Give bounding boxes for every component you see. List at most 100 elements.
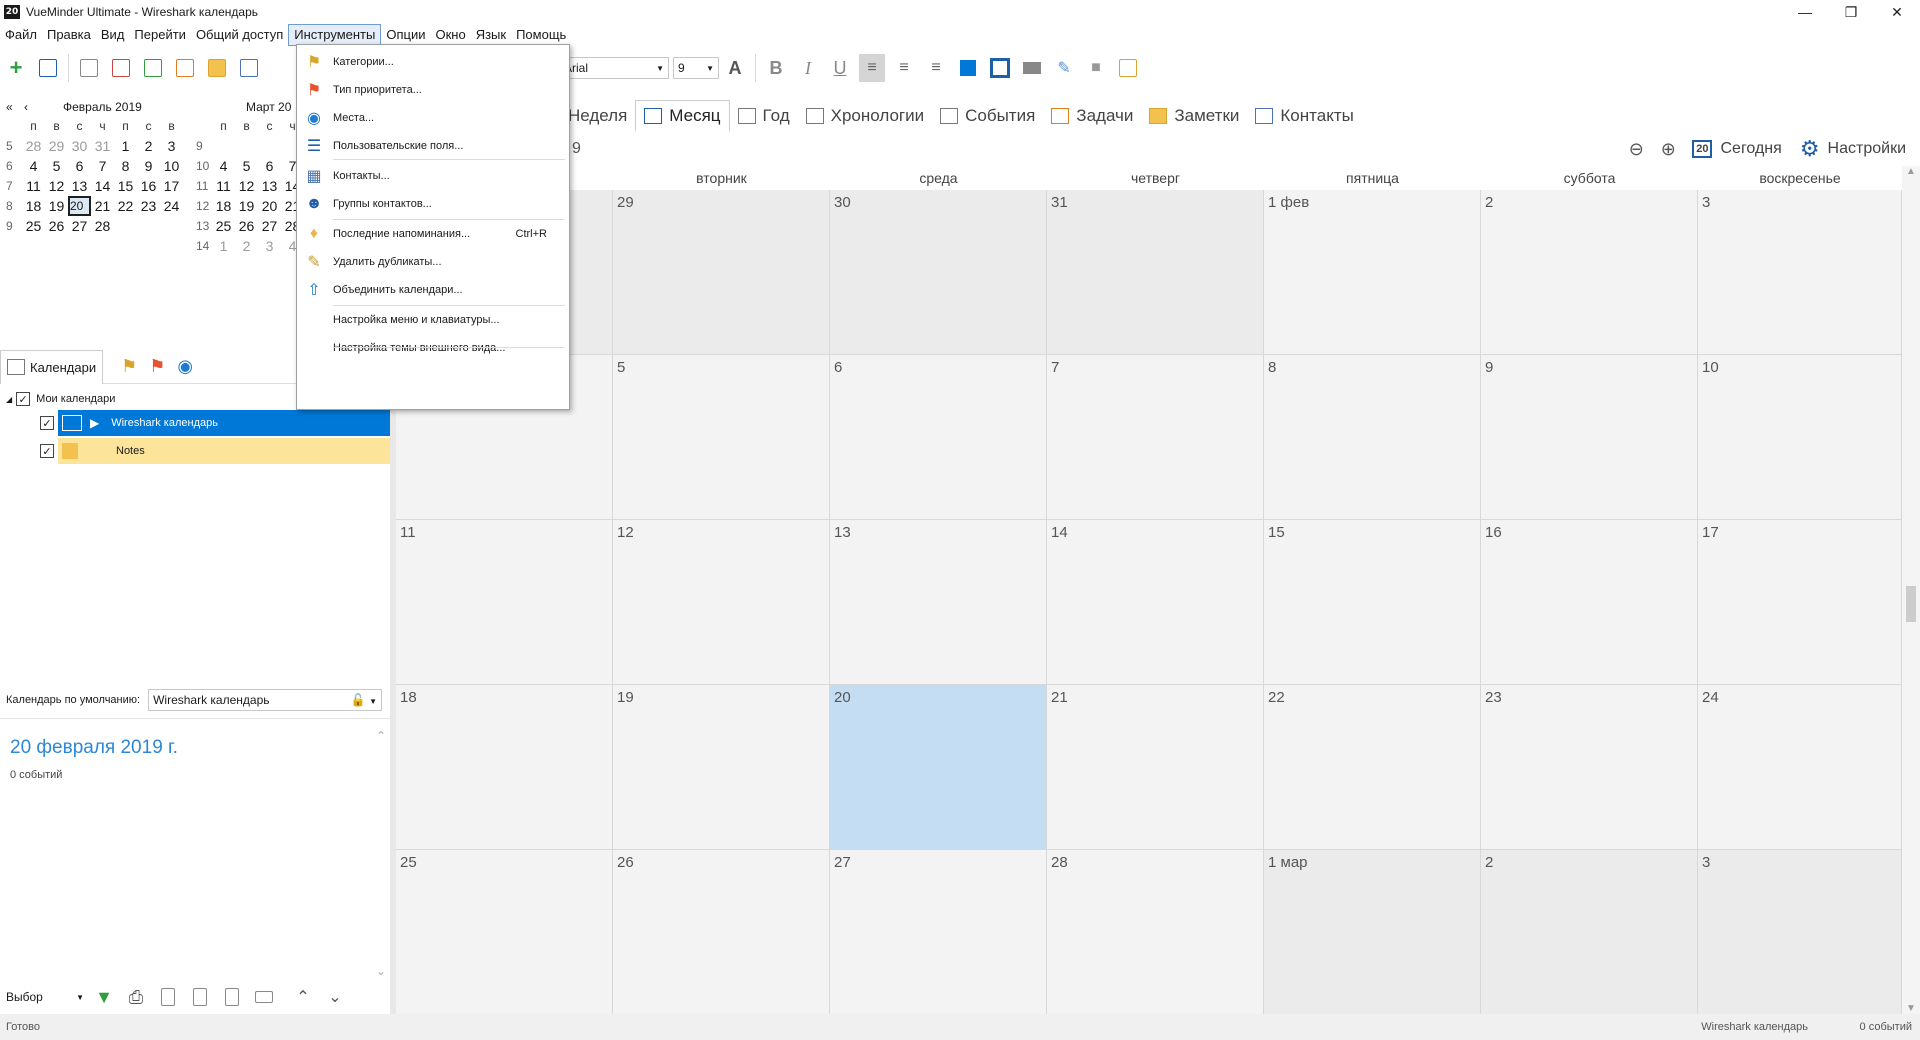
day-cell[interactable]: 31 (1047, 190, 1264, 355)
day-cell[interactable]: 20 (830, 685, 1047, 850)
menu-sharing[interactable]: Общий доступ (191, 24, 288, 46)
mini-day[interactable]: 31 (91, 138, 114, 154)
day-cell[interactable]: 3 (1698, 850, 1902, 1015)
day-cell[interactable]: 1 фев (1264, 190, 1481, 355)
minimize-button[interactable]: — (1782, 0, 1828, 24)
mini-day[interactable]: 18 (22, 198, 45, 214)
day-cell[interactable]: 5 (613, 355, 830, 520)
italic-icon[interactable]: I (795, 54, 821, 82)
format-painter-icon[interactable]: ■ (1083, 54, 1109, 82)
mini-day[interactable]: 14 (91, 178, 114, 194)
tools-menu-item[interactable]: ☻ Группы контактов... (297, 189, 569, 219)
day-cell[interactable]: 19 (613, 685, 830, 850)
mini-day[interactable]: 1 (212, 238, 235, 254)
border-style-icon[interactable] (1019, 54, 1045, 82)
select-mode-dropdown[interactable]: Выбор ▼ (2, 986, 88, 1008)
day-cell[interactable]: 2 (1481, 850, 1698, 1015)
tab-year[interactable]: Год (730, 100, 798, 132)
menu-window[interactable]: Окно (430, 24, 470, 46)
menu-tools[interactable]: Инструменты (288, 24, 382, 46)
zoom-out-icon[interactable]: ⊖ (1623, 135, 1649, 163)
scroll-down-icon[interactable]: ⌄ (376, 964, 386, 978)
menu-help[interactable]: Помощь (511, 24, 571, 46)
mini-day[interactable]: 15 (114, 178, 137, 194)
bold-icon[interactable]: B (763, 54, 789, 82)
root-checkbox[interactable]: ✓ (16, 392, 31, 406)
day-cell[interactable]: 15 (1264, 520, 1481, 685)
tab-contacts[interactable]: Контакты (1247, 100, 1361, 132)
scroll-down-icon[interactable]: ▼ (1902, 1003, 1920, 1014)
mini-day[interactable]: 4 (212, 158, 235, 174)
print-icon[interactable]: ⎙ (123, 983, 149, 1011)
mini-day[interactable]: 20 (68, 196, 91, 216)
mini-day[interactable]: 17 (160, 178, 183, 194)
underline-icon[interactable]: U (827, 54, 853, 82)
day-cell[interactable]: 21 (1047, 685, 1264, 850)
mini-day[interactable]: 20 (258, 198, 281, 214)
font-size-select[interactable]: 9 ▼ (673, 57, 719, 79)
day-cell[interactable]: 6 (830, 355, 1047, 520)
tools-menu-item[interactable]: Настройка меню и клавиатуры... (297, 305, 569, 335)
mini-day[interactable]: 10 (160, 158, 183, 174)
day-cell[interactable]: 13 (830, 520, 1047, 685)
tree-item-notes[interactable]: ✓ Notes (40, 438, 390, 464)
mini-day[interactable]: 13 (258, 178, 281, 194)
tree-item-wireshark[interactable]: ✓ ▶ Wireshark календарь (40, 410, 390, 436)
mini-day[interactable]: 5 (45, 158, 68, 174)
mini-day[interactable]: 21 (91, 198, 114, 214)
add-icon[interactable]: + (3, 54, 29, 82)
day-cell[interactable]: 27 (830, 850, 1047, 1015)
mini-day[interactable]: 3 (160, 138, 183, 154)
align-left-icon[interactable]: ≡ (859, 54, 885, 82)
align-center-icon[interactable]: ≡ (891, 54, 917, 82)
page-icon[interactable] (155, 983, 181, 1011)
mini-day[interactable]: 6 (68, 158, 91, 174)
day-cell[interactable]: 24 (1698, 685, 1902, 850)
prev-month-icon[interactable]: ‹ (24, 100, 28, 114)
contact-icon[interactable] (236, 54, 262, 82)
tools-menu-item[interactable]: ☰ Пользовательские поля... (297, 131, 569, 161)
menu-go[interactable]: Перейти (129, 24, 191, 46)
close-button[interactable]: ✕ (1874, 0, 1920, 24)
mini-day[interactable]: 19 (235, 198, 258, 214)
tools-menu-item[interactable]: Настройка темы внешнего вида... (297, 333, 569, 363)
day-cell[interactable]: 23 (1481, 685, 1698, 850)
vertical-scrollbar[interactable]: ▲ ▼ (1902, 166, 1920, 1014)
mini-day[interactable]: 28 (22, 138, 45, 154)
mini-day[interactable]: 11 (212, 178, 235, 194)
move-down-icon[interactable]: ⌄ (322, 983, 348, 1011)
mini-day[interactable]: 16 (137, 178, 160, 194)
mini-day[interactable]: 26 (45, 218, 68, 234)
mini-day[interactable]: 6 (258, 158, 281, 174)
day-cell[interactable]: 28 (1047, 850, 1264, 1015)
tab-timeline[interactable]: Хронологии (798, 100, 932, 132)
day-cell[interactable]: 8 (1264, 355, 1481, 520)
notes-row-highlight[interactable]: Notes (58, 438, 390, 464)
tab-week[interactable]: Неделя (560, 100, 635, 132)
mini-day[interactable]: 25 (22, 218, 45, 234)
day-cell[interactable]: 25 (396, 850, 613, 1015)
default-calendar-select[interactable]: Wireshark календарь 🔓 ▼ (148, 689, 383, 711)
day-cell[interactable]: 1 мар (1264, 850, 1481, 1015)
menu-view[interactable]: Вид (96, 24, 130, 46)
mini-day[interactable]: 22 (114, 198, 137, 214)
filter-icon[interactable]: ▼ (91, 983, 117, 1011)
today-button[interactable]: 20 Сегодня (1692, 140, 1782, 158)
menu-options[interactable]: Опции (381, 24, 430, 46)
mini-day[interactable]: 28 (91, 218, 114, 234)
fill-color-icon[interactable] (955, 54, 981, 82)
mini-day[interactable]: 12 (45, 178, 68, 194)
tab-locations[interactable]: ◉ (171, 350, 199, 384)
mini-day[interactable]: 12 (235, 178, 258, 194)
day-cell[interactable]: 3 (1698, 190, 1902, 355)
day-cell[interactable]: 18 (396, 685, 613, 850)
day-cell[interactable]: 2 (1481, 190, 1698, 355)
mini-day[interactable]: 11 (22, 178, 45, 194)
day-cell[interactable]: 17 (1698, 520, 1902, 685)
feb-title[interactable]: Февраль 2019 (63, 100, 142, 114)
note-icon[interactable] (204, 54, 230, 82)
mini-day[interactable]: 24 (160, 198, 183, 214)
menu-file[interactable]: Файл (0, 24, 42, 46)
tools-menu-item[interactable]: ▦ Контакты... (297, 161, 569, 191)
wireshark-checkbox[interactable]: ✓ (40, 416, 54, 430)
